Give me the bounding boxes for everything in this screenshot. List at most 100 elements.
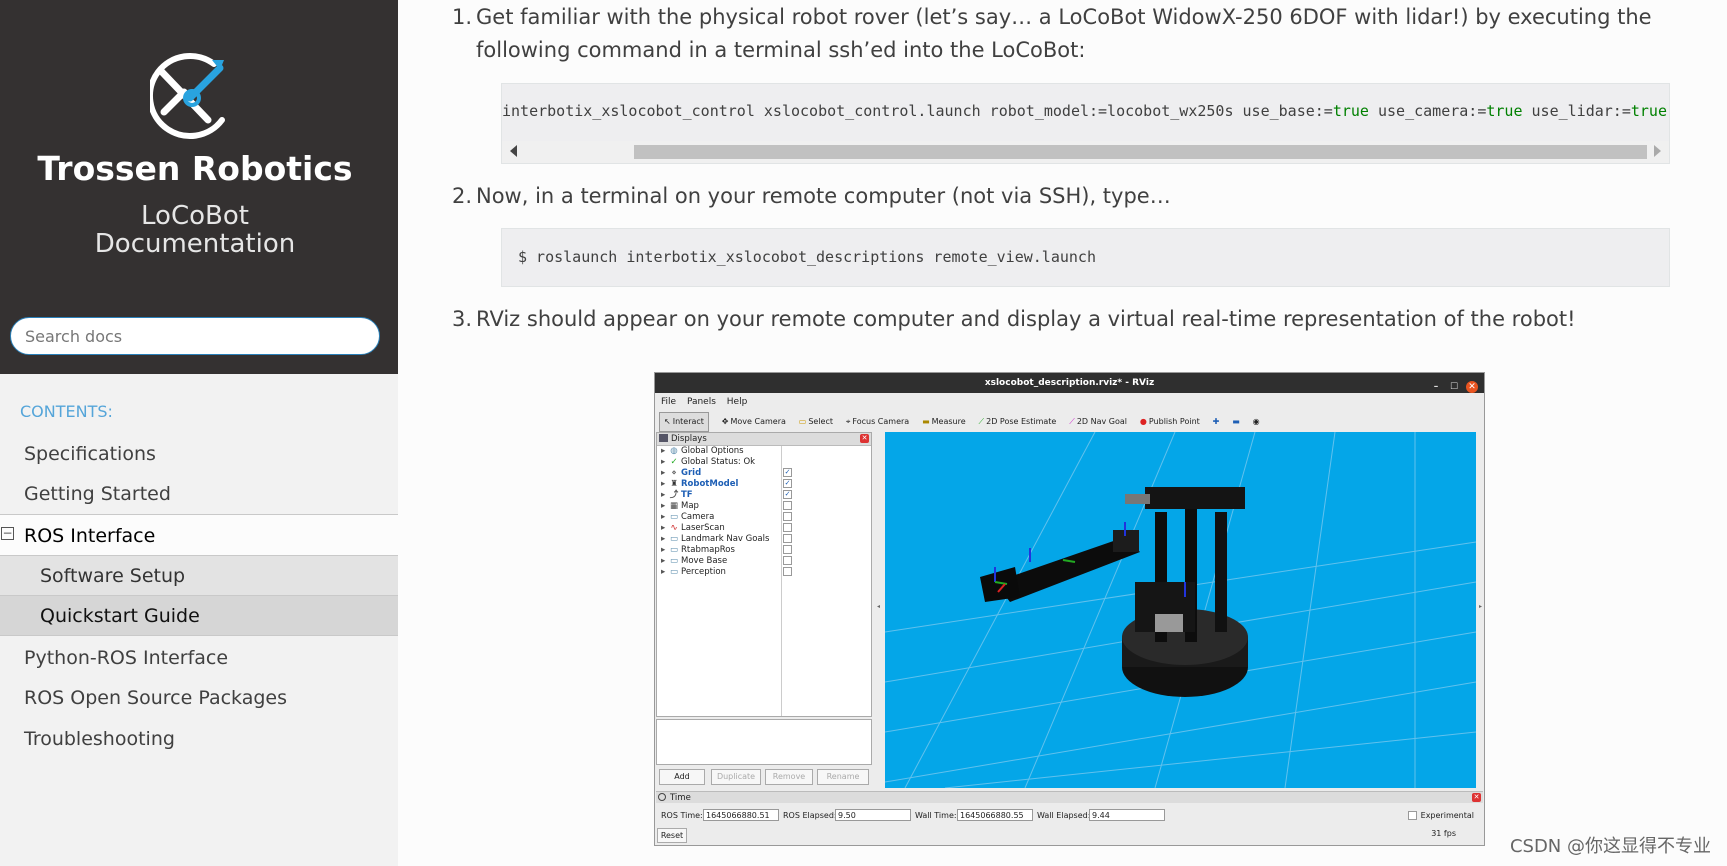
- focus-camera-icon: ⌖: [845, 417, 851, 426]
- display-item: ▸ ▭ Move Base: [661, 556, 728, 566]
- step-number: 1.: [452, 5, 473, 29]
- checkbox-empty: [1407, 811, 1417, 820]
- brand-subtitle-line2: Documentation: [94, 229, 296, 259]
- code-block-control-launch[interactable]: interbotix_xslocobot_control xslocobot_c…: [501, 83, 1670, 164]
- nav-item-troubleshooting[interactable]: Troubleshooting: [0, 719, 398, 759]
- display-label: TF: [681, 490, 693, 500]
- display-label: RobotModel: [681, 479, 739, 489]
- checkbox-checked-icon: ✓: [783, 479, 792, 488]
- code-text: use_lidar:=: [1522, 102, 1631, 120]
- tool-nav-goal: ⟋ 2D Nav Goal: [1069, 413, 1127, 431]
- reset-button: Reset: [657, 828, 687, 843]
- watermark-text: CSDN @你这显得不专业: [1509, 836, 1711, 857]
- code-line: interbotix_xslocobot_control xslocobot_c…: [502, 102, 1667, 120]
- nav-item-specifications[interactable]: Specifications: [0, 434, 398, 474]
- nav-item-ros-open-source-packages[interactable]: ROS Open Source Packages: [0, 678, 398, 718]
- close-icon: ✕: [1466, 381, 1478, 393]
- step-text-line1: Get familiar with the physical robot rov…: [476, 5, 1652, 29]
- tool-options-icon: ◉: [1252, 417, 1260, 426]
- tool-interact: ↖ Interact: [659, 412, 709, 432]
- maximize-icon: ☐: [1449, 382, 1459, 392]
- display-item: ▸ ♜ RobotModel: [661, 479, 739, 489]
- nav-item-quickstart-guide[interactable]: Quickstart Guide: [0, 596, 398, 636]
- remove-display-button: Remove: [765, 769, 813, 785]
- nav-item-python-ros-interface[interactable]: Python-ROS Interface: [0, 638, 398, 678]
- wall-elapsed-field: 9.44: [1089, 809, 1165, 821]
- tool-select: ▭ Select: [799, 413, 833, 431]
- wall-time-field: 1645066880.55: [957, 809, 1033, 821]
- nav-item-software-setup[interactable]: Software Setup: [0, 556, 398, 596]
- display-label: Camera: [681, 512, 715, 522]
- scroll-left-arrow-icon[interactable]: [510, 145, 517, 157]
- experimental-label: Experimental: [1420, 811, 1474, 820]
- display-item: ▸ ∿ LaserScan: [661, 523, 725, 533]
- code-keyword: true: [1486, 102, 1523, 120]
- scrollbar-thumb[interactable]: [634, 145, 1647, 159]
- step-3: 3. RViz should appear on your remote com…: [452, 303, 1656, 336]
- clock-icon: [658, 793, 666, 801]
- ros-elapsed-field: 9.50: [835, 809, 911, 821]
- wall-time-label: Wall Time:: [915, 811, 957, 820]
- tool-move-camera: ✥ Move Camera: [722, 413, 786, 431]
- search-input[interactable]: [10, 317, 380, 355]
- remove-tool-icon: ▬: [1232, 417, 1240, 426]
- tool-label: 2D Pose Estimate: [986, 417, 1057, 426]
- contents-caption: CONTENTS:: [20, 402, 113, 421]
- scroll-right-arrow-icon[interactable]: [1654, 145, 1661, 157]
- nav-goal-icon: ⟋: [1069, 417, 1075, 426]
- display-label: Grid: [681, 468, 702, 478]
- nav-item-getting-started[interactable]: Getting Started: [0, 474, 398, 514]
- displays-panel: Displays ✕ ▸ ◍ Global Options ▸ ✓ Global Sta…: [656, 432, 872, 717]
- tool-measure: ▬ Measure: [922, 413, 966, 431]
- trossen-logo-icon[interactable]: [150, 50, 240, 144]
- displays-header: Displays ✕: [657, 433, 871, 446]
- collapse-right-icon: ▸: [1478, 603, 1482, 610]
- rviz-window-title: xslocobot_description.rviz* - RViz: [984, 378, 1155, 388]
- display-item: ▸ ✓ Global Status: Ok: [661, 457, 756, 467]
- code-text: interbotix_xslocobot_control xslocobot_c…: [502, 102, 1333, 120]
- menu-panels: Panels: [686, 397, 716, 407]
- tool-label: Measure: [931, 417, 966, 426]
- display-label: Global Status: Ok: [681, 457, 756, 467]
- display-label: Perception: [681, 567, 726, 577]
- checkbox-empty: [783, 501, 792, 510]
- menu-help: Help: [726, 397, 748, 407]
- rviz-toolbar: ↖ Interact ✥ Move Camera ▭ Select ⌖ Focus Ca…: [659, 412, 1479, 432]
- display-item: ▸ ▦ Map: [661, 501, 699, 511]
- checkbox-empty: [783, 545, 792, 554]
- fps-counter: 31 fps: [1431, 829, 1456, 838]
- time-title: Time: [670, 793, 691, 803]
- brand-subtitle-line1: LoCoBot: [141, 201, 249, 231]
- step-text-line1: RViz should appear on your remote comput…: [476, 307, 1576, 331]
- main-content: 1. Get familiar with the physical robot …: [398, 0, 1727, 866]
- display-label: LaserScan: [681, 523, 725, 533]
- wall-elapsed-label: Wall Elapsed:: [1037, 811, 1091, 820]
- step-number: 3.: [452, 307, 473, 331]
- display-item: ▸ ▭ RtabmapRos: [661, 545, 735, 555]
- checkbox-empty: [783, 567, 792, 576]
- step-1: 1. Get familiar with the physical robot …: [452, 1, 1656, 67]
- code-block-remote-view[interactable]: $ roslaunch interbotix_xslocobot_descrip…: [501, 228, 1670, 287]
- display-item: ▸ ▭ Perception: [661, 567, 726, 577]
- code-keyword: true: [1630, 102, 1667, 120]
- rviz-menu-bar: File Panels Help: [661, 395, 755, 409]
- collapse-toggle-icon[interactable]: −: [1, 527, 14, 540]
- display-label: Landmark Nav Goals: [681, 534, 770, 544]
- tool-pose-estimate: ⟋ 2D Pose Estimate: [979, 413, 1057, 431]
- nav-item-ros-interface[interactable]: − ROS Interface: [0, 514, 398, 556]
- time-fields: ROS Time: 1645066880.51 ROS Elapsed: 9.5…: [661, 809, 1481, 823]
- menu-file: File: [661, 397, 677, 407]
- robot-render: [885, 432, 1476, 788]
- checkbox-empty: [783, 534, 792, 543]
- checkbox-checked-icon: ✓: [783, 468, 792, 477]
- horizontal-scrollbar[interactable]: [502, 141, 1669, 163]
- display-item: ▸ ⤴ TF: [661, 490, 693, 500]
- rviz-title-bar: xslocobot_description.rviz* - RViz – ☐ ✕: [655, 373, 1484, 393]
- step-2: 2. Now, in a terminal on your remote com…: [452, 180, 1656, 213]
- display-item: ▸ ▭ Camera: [661, 512, 715, 522]
- code-line: $ roslaunch interbotix_xslocobot_descrip…: [518, 248, 1096, 266]
- brand-name[interactable]: Trossen Robotics: [0, 149, 390, 188]
- move-camera-icon: ✥: [721, 417, 729, 426]
- checkbox-checked-icon: ✓: [783, 490, 792, 499]
- checkbox-empty: [783, 512, 792, 521]
